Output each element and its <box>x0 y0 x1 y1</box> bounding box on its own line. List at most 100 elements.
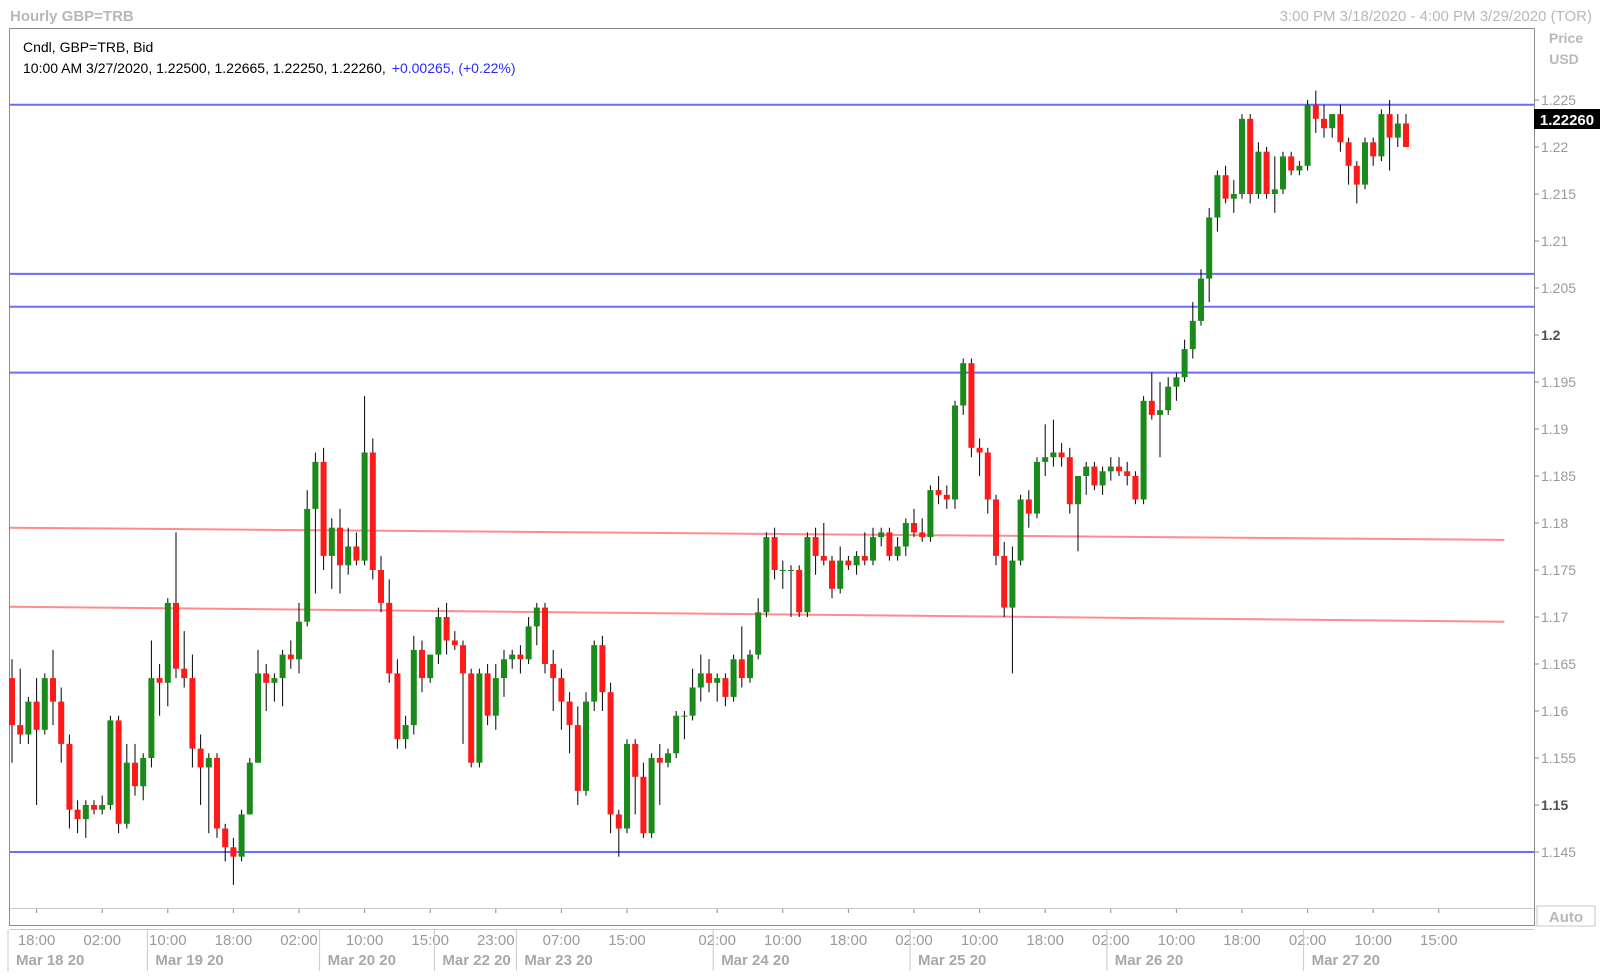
candle <box>304 490 311 627</box>
candle-body-down <box>74 809 81 820</box>
candle-body-up <box>492 678 499 716</box>
candle-body-down <box>50 678 56 702</box>
candle-body-down <box>320 461 327 556</box>
candle-body-up <box>246 762 253 815</box>
candle-body-up <box>648 758 655 834</box>
candle-body-down <box>1403 123 1409 147</box>
candle-body-up <box>1017 499 1024 561</box>
candle-body-up <box>304 508 311 622</box>
candle-body-up <box>591 645 598 702</box>
candle-body-up <box>1214 175 1221 218</box>
y-tick-label: 1.195 <box>1541 374 1576 390</box>
candle-body-down <box>820 555 827 561</box>
y-tick-label: 1.175 <box>1541 562 1576 578</box>
candle-body-down <box>640 776 647 834</box>
x-tick-label: 18:00 <box>1223 932 1261 949</box>
x-tick-label: 23:00 <box>477 932 515 949</box>
candle-body-up <box>927 490 934 538</box>
candle-body-down <box>484 673 491 716</box>
candle-body-up <box>435 617 442 655</box>
candle-body-down <box>337 527 343 566</box>
candle-body-up <box>296 621 302 660</box>
candle <box>730 654 737 702</box>
candle <box>1247 114 1254 204</box>
candle-body-up <box>1329 114 1336 129</box>
candle <box>583 692 589 796</box>
candle-body-down <box>722 678 729 697</box>
x-tick-label: 15:00 <box>608 932 646 949</box>
auto-button-label[interactable]: Auto <box>1549 909 1583 926</box>
candle <box>1263 147 1270 199</box>
y-tick-label: 1.165 <box>1541 656 1576 672</box>
candle-body-down <box>156 678 163 683</box>
candle-body-down <box>558 678 565 702</box>
candle-body-up <box>902 523 909 547</box>
candle-body-down <box>91 805 97 810</box>
candle <box>1362 137 1368 190</box>
candle <box>993 494 999 566</box>
candle-body-up <box>148 678 155 758</box>
candle-body-down <box>214 758 220 829</box>
legend-line-2: 10:00 AM 3/27/2020, 1.22500, 1.22665, 1.… <box>23 60 516 76</box>
candle-body-down <box>1222 175 1229 199</box>
legend-line-1: Cndl, GBP=TRB, Bid <box>23 39 153 55</box>
candle-body-up <box>1173 377 1180 387</box>
candle-body-down <box>173 602 179 669</box>
y-tick-label: 1.145 <box>1541 844 1576 860</box>
currency-label: USD <box>1549 51 1579 67</box>
candle-body-up <box>788 570 794 571</box>
candle-body-up <box>1206 217 1213 279</box>
candle-body-up <box>312 461 319 509</box>
candle-body-down <box>263 673 270 683</box>
date-label: Mar 20 20 <box>328 952 396 969</box>
candle <box>673 711 680 758</box>
candle-body-up <box>99 805 106 810</box>
date-label: Mar 18 20 <box>16 952 84 969</box>
x-tick-label: 18:00 <box>18 932 56 949</box>
candle-body-down <box>369 452 376 570</box>
x-tick-label: 07:00 <box>543 932 581 949</box>
legend-ohlc: 10:00 AM 3/27/2020, 1.22500, 1.22665, 1.… <box>23 60 386 76</box>
auto-scale-button[interactable]: Auto <box>1536 905 1596 927</box>
candle-body-up <box>1107 466 1114 472</box>
candle <box>1066 447 1073 514</box>
candle-body-up <box>271 678 278 683</box>
candle-body-down <box>542 607 548 664</box>
candle-body-down <box>1148 400 1155 415</box>
x-tick-label: 10:00 <box>149 932 187 949</box>
x-tick-label: 02:00 <box>280 932 318 949</box>
candle-body-down <box>1321 118 1327 129</box>
x-tick-label: 10:00 <box>1158 932 1196 949</box>
legend-change: +0.00265, (+0.22%) <box>392 60 516 76</box>
candle <box>952 400 958 509</box>
y-tick-label: 1.17 <box>1541 609 1568 625</box>
candle-body-up <box>1378 114 1385 157</box>
candle-body-up <box>1083 466 1090 476</box>
date-label: Mar 19 20 <box>155 952 223 969</box>
candle-body-up <box>689 687 696 716</box>
candle <box>238 809 245 862</box>
candle-body-down <box>574 725 581 791</box>
candle-body-up <box>1362 142 1368 185</box>
date-label: Mar 24 20 <box>721 952 789 969</box>
candle-body-down <box>607 692 614 815</box>
candle-body-up <box>755 612 762 655</box>
candle <box>476 668 483 768</box>
candle-body-down <box>58 701 65 744</box>
candle-body-down <box>993 499 999 556</box>
y-tick-label: 1.155 <box>1541 750 1576 766</box>
date-range: 3:00 PM 3/18/2020 - 4:00 PM 3/29/2020 (T… <box>1280 8 1592 25</box>
candle-body-up <box>853 555 860 566</box>
date-label: Mar 27 20 <box>1312 952 1380 969</box>
candle-body-up <box>25 701 32 735</box>
candle-body-down <box>1058 452 1065 458</box>
y-tick-label: 1.2 <box>1541 327 1561 343</box>
candle <box>1140 396 1147 505</box>
candlestick-chart[interactable]: Hourly GBP=TRB 3:00 PM 3/18/2020 - 4:00 … <box>0 0 1600 971</box>
candle <box>886 527 893 561</box>
candle <box>1378 109 1385 162</box>
candle-body-up <box>1271 189 1278 194</box>
candle-body-down <box>115 720 122 824</box>
candle-body-up <box>410 649 417 726</box>
candle-body-down <box>976 447 983 453</box>
